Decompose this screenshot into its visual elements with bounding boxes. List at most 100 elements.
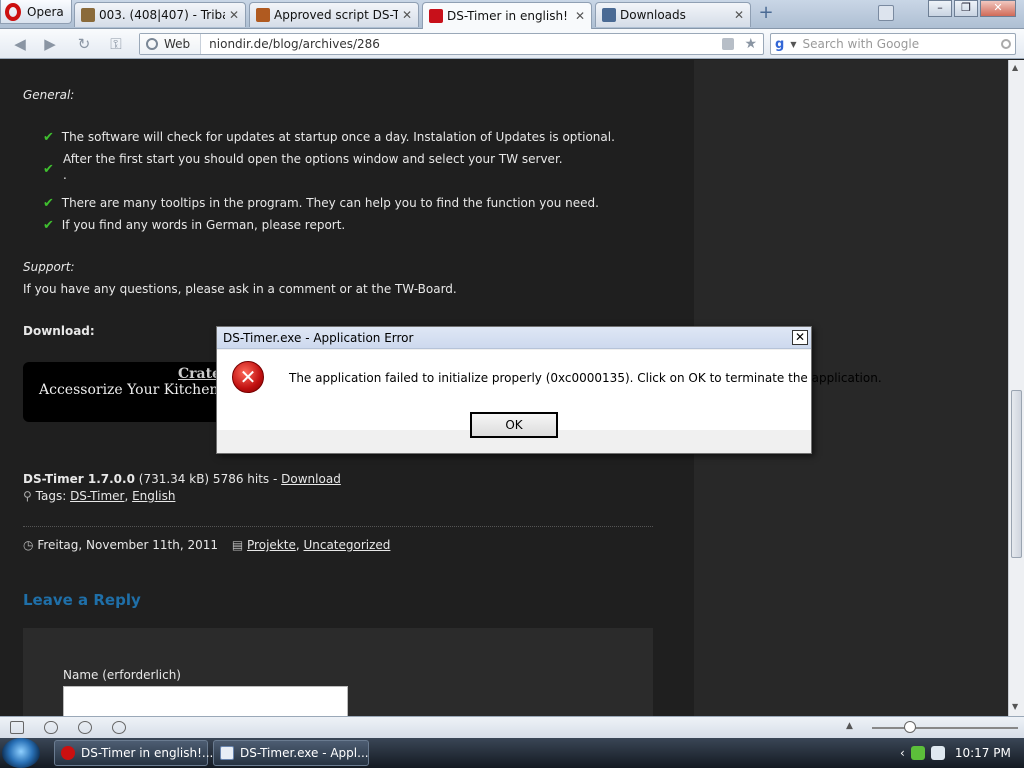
taskbar-item-ds-timer[interactable]: DS-Timer.exe - Appl... — [213, 740, 369, 766]
close-window-button[interactable]: ✕ — [980, 0, 1016, 17]
search-input[interactable]: Search with Google — [802, 37, 995, 51]
url-field[interactable]: niondir.de/blog/archives/286 — [201, 37, 722, 51]
turbo-icon[interactable] — [112, 721, 126, 734]
download-link[interactable]: Download — [281, 472, 341, 486]
opera-menu-button[interactable]: Opera — [0, 0, 72, 24]
globe-icon — [146, 38, 158, 50]
check-icon: ✔ — [43, 162, 54, 177]
wand-icon[interactable]: ⚿ — [106, 35, 126, 53]
zoom-slider-track[interactable] — [872, 727, 1018, 729]
list-item: ✔ The software will check for updates at… — [43, 130, 615, 145]
unite-icon[interactable] — [78, 721, 92, 734]
system-tray: ‹ 10:17 PM — [900, 738, 1024, 768]
ad-text: Accessorize Your Kitchen wit — [39, 382, 246, 398]
taskbar-item-label: DS-Timer.exe - Appl... — [240, 746, 369, 760]
chevron-down-icon[interactable]: ▼ — [790, 40, 796, 49]
scroll-up-icon[interactable]: ▲ — [1012, 63, 1018, 72]
general-heading: General: — [23, 88, 75, 102]
list-item-text: After the first start you should open th… — [63, 152, 563, 166]
network-icon[interactable] — [930, 746, 945, 760]
bookmark-star-icon[interactable]: ★ — [744, 36, 757, 52]
taskbar-item-label: DS-Timer in english!... — [81, 746, 214, 760]
rss-icon[interactable] — [722, 38, 735, 50]
category-link-projekte[interactable]: Projekte — [247, 538, 296, 552]
tab-downloads[interactable]: Downloads ✕ — [595, 2, 751, 27]
scroll-down-icon[interactable]: ▼ — [1012, 702, 1018, 711]
download-heading: Download: — [23, 324, 95, 338]
tag-link-english[interactable]: English — [132, 489, 175, 503]
address-bar[interactable]: Web niondir.de/blog/archives/286 ★ — [139, 33, 764, 55]
restore-button[interactable]: ❐ — [954, 0, 978, 17]
back-icon[interactable]: ◀ — [10, 35, 30, 53]
list-item-text: The software will check for updates at s… — [61, 130, 615, 144]
opera-menu-label: Opera — [27, 4, 64, 19]
reply-heading: Leave a Reply — [23, 591, 141, 609]
check-icon: ✔ — [43, 130, 54, 145]
list-item-text: . — [63, 168, 67, 182]
name-input[interactable] — [63, 686, 348, 716]
dialog-titlebar[interactable]: DS-Timer.exe - Application Error ✕ — [217, 327, 811, 349]
status-bar: ▲ — [0, 716, 1024, 738]
web-badge-label: Web — [164, 37, 191, 51]
forward-icon[interactable]: ▶ — [40, 35, 60, 53]
security-icon[interactable] — [910, 746, 925, 760]
close-tab-icon[interactable]: ✕ — [734, 8, 744, 22]
close-tab-icon[interactable]: ✕ — [402, 8, 412, 22]
support-heading: Support: — [23, 260, 75, 274]
minimize-button[interactable]: – — [928, 0, 952, 17]
close-tab-icon[interactable]: ✕ — [575, 9, 585, 23]
ad-title[interactable]: Crate — [178, 366, 221, 382]
category-link-uncategorized[interactable]: Uncategorized — [303, 538, 390, 552]
reload-icon[interactable]: ↻ — [74, 35, 94, 53]
scrollbar-thumb[interactable] — [1011, 390, 1022, 558]
post-date: Freitag, November 11th, 2011 — [37, 538, 219, 552]
google-icon[interactable]: g — [775, 37, 784, 52]
ok-button[interactable]: OK — [470, 412, 558, 438]
folder-icon: ▤ — [231, 538, 244, 552]
panel-toggle-icon[interactable] — [10, 721, 24, 734]
check-icon: ✔ — [43, 196, 54, 211]
opera-logo-icon — [5, 2, 21, 21]
taskbar-item-opera[interactable]: DS-Timer in english!... — [54, 740, 213, 766]
error-message: The application failed to initialize pro… — [289, 371, 882, 385]
tab-tribal-wars[interactable]: 003. (408|407) - Tribal ... ✕ — [74, 2, 246, 27]
tab-title: DS-Timer in english! » ... — [447, 9, 571, 23]
cloud-icon[interactable] — [44, 721, 58, 734]
close-icon[interactable]: ✕ — [792, 330, 808, 345]
search-field[interactable]: g ▼ Search with Google — [770, 33, 1016, 55]
tag-link-ds-timer[interactable]: DS-Timer — [70, 489, 124, 503]
vertical-scrollbar[interactable]: ▲ ▼ — [1008, 60, 1024, 716]
name-label: Name (erforderlich) — [63, 668, 181, 682]
clock[interactable]: 10:17 PM — [955, 746, 1011, 760]
tab-ds-timer-active[interactable]: DS-Timer in english! » ... ✕ — [422, 2, 592, 29]
zoom-slider-knob[interactable] — [904, 721, 916, 733]
navigation-toolbar: ◀ ▶ ↻ ⚿ Web niondir.de/blog/archives/286… — [0, 29, 1024, 59]
dialog-title: DS-Timer.exe - Application Error — [223, 331, 414, 345]
window-icon — [220, 746, 234, 760]
tab-title: Approved script DS-Ti... — [274, 8, 398, 22]
tab-title: Downloads — [620, 8, 686, 22]
list-item-text: There are many tooltips in the program. … — [61, 196, 599, 210]
check-icon: ✔ — [43, 218, 54, 233]
start-button[interactable] — [2, 738, 40, 768]
tab-approved-script[interactable]: Approved script DS-Ti... ✕ — [249, 2, 419, 27]
file-details: (731.34 kB) 5786 hits - — [138, 472, 278, 486]
application-error-dialog: DS-Timer.exe - Application Error ✕ ✕ The… — [216, 326, 882, 454]
tab-title: 003. (408|407) - Tribal ... — [99, 8, 225, 22]
trash-icon[interactable] — [878, 5, 894, 21]
search-icon[interactable] — [1001, 39, 1011, 49]
error-icon: ✕ — [232, 361, 264, 393]
chevron-left-icon[interactable]: ‹ — [900, 746, 905, 760]
tribal-wars-icon — [81, 8, 95, 22]
forum-icon — [256, 8, 270, 22]
view-icon[interactable]: ▲ — [846, 721, 853, 731]
web-badge[interactable]: Web — [140, 34, 202, 54]
tags-row: ⚲ Tags: DS-Timer, English — [23, 489, 176, 503]
list-item: ✔ After the first start you should open … — [43, 152, 563, 182]
file-info: DS-Timer 1.7.0.0 (731.34 kB) 5786 hits -… — [23, 472, 341, 486]
close-tab-icon[interactable]: ✕ — [229, 8, 239, 22]
list-item-text: If you find any words in German, please … — [61, 218, 346, 232]
tags-label: Tags: — [35, 489, 67, 503]
opera-icon — [61, 746, 75, 760]
new-tab-button[interactable]: + — [758, 4, 774, 22]
